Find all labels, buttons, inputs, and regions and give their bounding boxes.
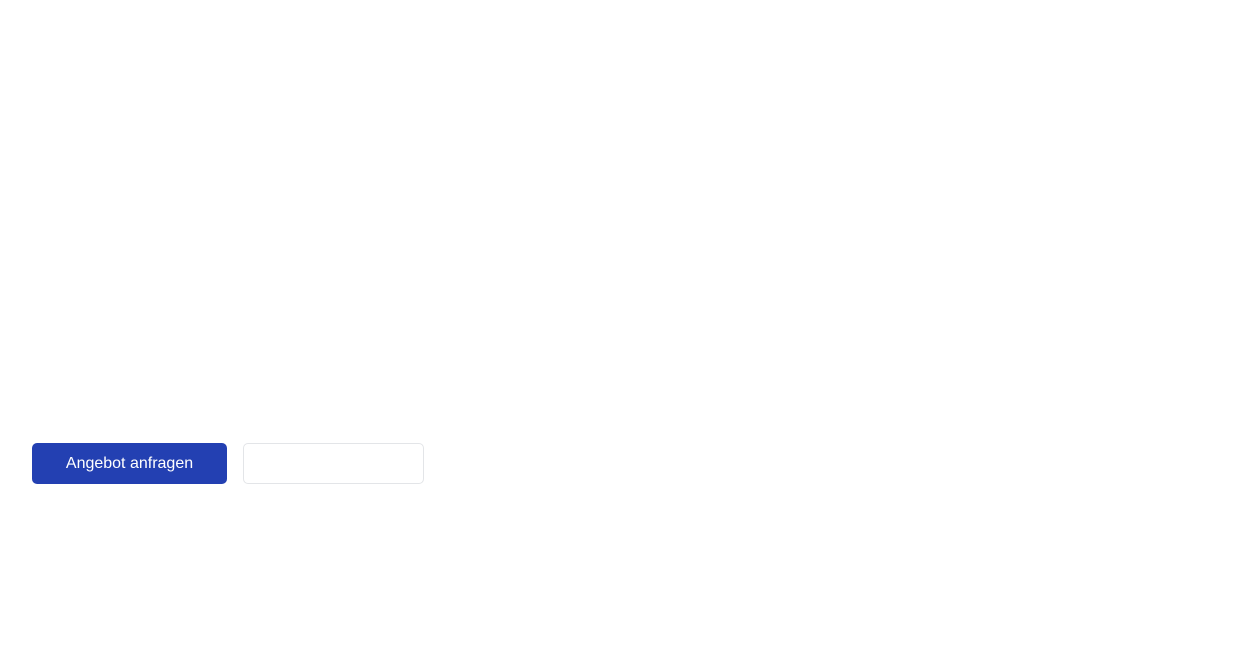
secondary-button[interactable] bbox=[243, 443, 424, 484]
request-quote-button[interactable]: Angebot anfragen bbox=[32, 443, 227, 484]
action-button-group: Angebot anfragen bbox=[32, 443, 424, 484]
